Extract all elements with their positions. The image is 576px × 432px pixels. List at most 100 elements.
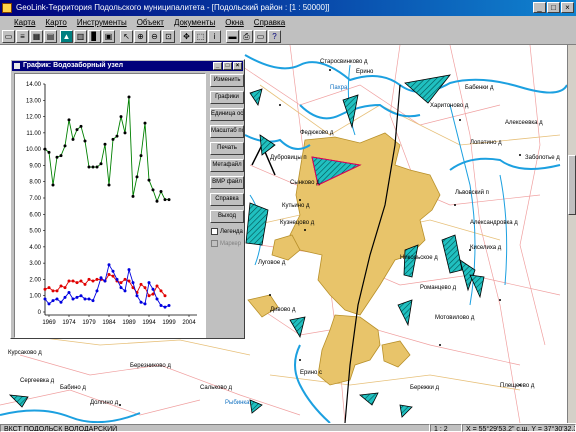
data-point [91, 279, 95, 283]
data-point [119, 281, 123, 285]
scrollbar-thumb[interactable] [568, 155, 576, 215]
data-point [51, 299, 55, 303]
menu-tools[interactable]: Инструменты [77, 16, 127, 29]
help-icon[interactable]: ? [268, 30, 281, 43]
zoom-in-icon[interactable]: ⊕ [134, 30, 147, 43]
data-point [43, 297, 47, 301]
map-label: Сальково д [200, 385, 233, 391]
zoom-out-icon[interactable]: ⊖ [148, 30, 161, 43]
menu-windows[interactable]: Окна [225, 16, 244, 29]
open-icon[interactable]: ▭ [2, 30, 15, 43]
marker-checkbox-label: Маркер [220, 240, 242, 247]
map-label: Сергеевка д [20, 378, 55, 384]
data-point [63, 286, 67, 290]
table-icon[interactable]: ▦ [30, 30, 43, 43]
legend-checkbox[interactable]: Легенда [211, 228, 243, 235]
layers-icon[interactable]: ≡ [16, 30, 29, 43]
map-label: Долгино д [90, 400, 119, 406]
y-tick-label: 12.00 [26, 115, 42, 121]
close-button[interactable]: × [561, 2, 574, 13]
pan-icon[interactable]: ✥ [180, 30, 193, 43]
toolbar: ▭ ≡ ▦ ▤ ▲ ▥ ▊ ▣ ↖ ⊕ ⊖ ⊡ ✥ ⬚ i ▬ ⎙ ▭ ? [0, 29, 576, 45]
data-point [151, 188, 155, 192]
bmp-file-button[interactable]: BMP файл [210, 176, 244, 189]
y-tick-label: 4.00 [29, 245, 41, 251]
map-vertical-scrollbar[interactable] [567, 45, 576, 423]
data-point [103, 279, 107, 283]
marker-checkbox: Маркер [211, 240, 241, 247]
data-point [151, 287, 155, 291]
minimize-button[interactable]: _ [533, 2, 546, 13]
select-area-icon[interactable]: ⬚ [194, 30, 207, 43]
legend-icon[interactable]: ▥ [74, 30, 87, 43]
data-point [59, 300, 63, 304]
data-point [55, 155, 59, 159]
map-label: Бабенки д [465, 85, 494, 91]
info-icon[interactable]: i [208, 30, 221, 43]
print-icon[interactable]: ⎙ [240, 30, 253, 43]
map-label: Алексеевка д [505, 120, 543, 126]
data-point [67, 118, 71, 122]
menu-help[interactable]: Справка [254, 16, 285, 29]
x-tick-label: 1979 [82, 320, 96, 326]
data-point [147, 281, 151, 285]
data-point [167, 303, 171, 307]
pointer-icon[interactable]: ↖ [120, 30, 133, 43]
graph-tool-icon[interactable]: ▲ [60, 30, 73, 43]
report-icon[interactable]: ▣ [102, 30, 115, 43]
export-icon[interactable]: ▭ [254, 30, 267, 43]
main-window-title-bar[interactable]: GeoLink-Территория Подольского муниципал… [0, 0, 576, 16]
main-window-title: GeoLink-Территория Подольского муниципал… [16, 3, 330, 12]
save-icon[interactable]: ▬ [226, 30, 239, 43]
graph-window-title-bar[interactable]: График: Водозаборный узел _ □ × [12, 61, 243, 71]
legend-checkbox-box[interactable] [211, 228, 218, 235]
data-point [95, 289, 99, 293]
graph-window[interactable]: График: Водозаборный узел _ □ × 0 1.00 2.0… [10, 59, 245, 339]
x-scale-button[interactable]: Масштаб по X [210, 125, 244, 138]
graph-window-title: График: Водозаборный узел [23, 62, 124, 69]
map-label: Бережки д [410, 385, 440, 391]
data-point [59, 284, 63, 288]
data-point [119, 115, 123, 119]
data-point [75, 128, 79, 132]
graph-maximize-button[interactable]: □ [223, 62, 232, 70]
print-button[interactable]: Печать [210, 142, 244, 155]
graph-minimize-button[interactable]: _ [213, 62, 222, 70]
data-point [147, 178, 151, 182]
zoom-window-icon[interactable]: ⊡ [162, 30, 175, 43]
data-point [83, 297, 87, 301]
map-label: Плещеево д [500, 383, 535, 389]
data-point [87, 165, 91, 169]
menu-documents[interactable]: Документы [174, 16, 215, 29]
data-point [99, 276, 103, 280]
chart-plot-area: 0 1.00 2.00 3.00 4.00 5.00 6.00 7.00 8.00 9.00 10.… [14, 73, 206, 338]
data-point [115, 134, 119, 138]
charts-button[interactable]: Графики [210, 91, 244, 104]
grid-icon[interactable]: ▤ [44, 30, 57, 43]
data-point [159, 189, 163, 193]
menu-map[interactable]: Карта [14, 16, 35, 29]
y-tick-label: 9.00 [29, 163, 41, 169]
menu-carto[interactable]: Карто [45, 16, 66, 29]
menu-object[interactable]: Объект [137, 16, 164, 29]
map-label: Федюково д [300, 130, 334, 136]
data-point [163, 294, 167, 298]
metafile-button[interactable]: Метафайл [210, 159, 244, 172]
data-point [79, 124, 83, 128]
graph-close-button[interactable]: × [233, 62, 242, 70]
map-label: Березниково д [130, 363, 171, 369]
y-tick-label: 3.00 [29, 261, 41, 267]
data-point [63, 295, 67, 299]
data-point [75, 281, 79, 285]
data-point [107, 263, 111, 267]
y-units-button[interactable]: Единица оси Y [210, 108, 244, 121]
data-point [75, 295, 79, 299]
help-button[interactable]: Справка [210, 193, 244, 206]
edit-button[interactable]: Изменить [210, 74, 244, 87]
data-point [55, 297, 59, 301]
graph-window-icon [14, 63, 20, 69]
maximize-button[interactable]: □ [547, 2, 560, 13]
exit-button[interactable]: Выход [210, 210, 244, 223]
x-tick-label: 2004 [182, 320, 196, 326]
chart-icon[interactable]: ▊ [88, 30, 101, 43]
